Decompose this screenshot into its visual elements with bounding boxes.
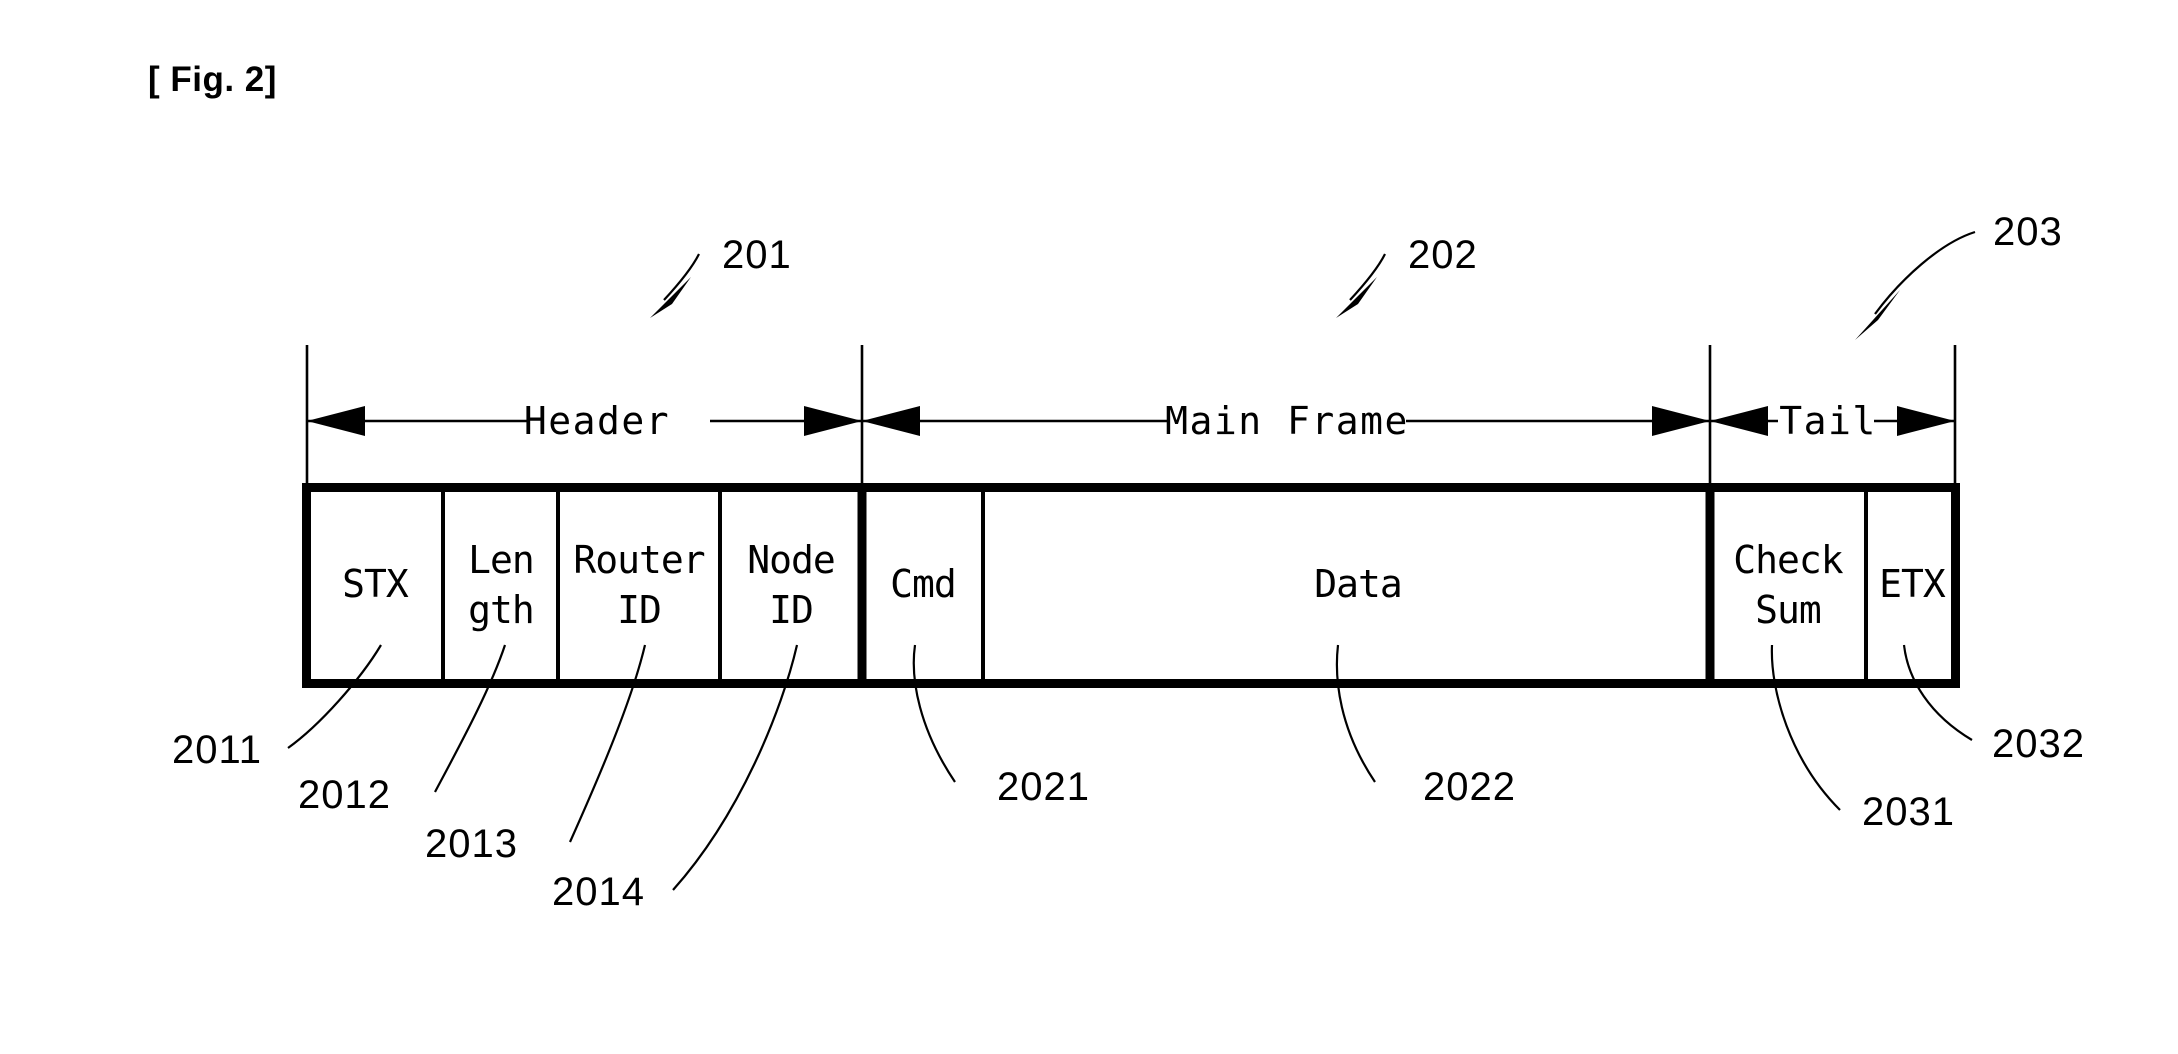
- leader-arrowhead-203: [1855, 290, 1900, 340]
- tail-arrowhead-left: [1710, 406, 1768, 436]
- leader-202: [1349, 253, 1386, 301]
- cell-label-length-line1: Len: [468, 538, 534, 582]
- frame-section-dividers: [857, 488, 1715, 683]
- span-label-header: Header: [524, 399, 670, 443]
- header-arrowhead-left: [307, 406, 365, 436]
- ref-2013: 2013: [425, 822, 518, 866]
- leader-2022: [1335, 644, 1376, 783]
- span-label-tail: Tail: [1779, 399, 1877, 443]
- ref-2022: 2022: [1423, 765, 1516, 809]
- leader-2031: [1770, 644, 1841, 811]
- ref-2012: 2012: [298, 773, 391, 817]
- leader-2012: [434, 644, 507, 793]
- cell-label-routerid-line2: ID: [617, 588, 661, 632]
- leader-2021: [912, 644, 956, 783]
- mainframe-arrowhead-left: [862, 406, 920, 436]
- leader-201: [663, 253, 700, 301]
- ref-202: 202: [1408, 233, 1478, 277]
- span-label-main-frame: Main Frame: [1165, 399, 1409, 443]
- leader-2011: [287, 644, 382, 749]
- leader-2032: [1902, 644, 1973, 741]
- cell-label-nodeid-line2: ID: [769, 588, 813, 632]
- figure-number-label: [ Fig. 2]: [148, 60, 277, 99]
- frame-structure-diagram: Header Main Frame Tail 201 202 203 STX L…: [172, 210, 2085, 914]
- cell-label-nodeid-line1: Node: [747, 538, 835, 582]
- frame-inner-dividers: [441, 492, 1868, 679]
- leader-arrowhead-201: [650, 277, 691, 318]
- section-reference-numbers: 201 202 203: [722, 210, 2063, 277]
- cell-label-routerid-line1: Router: [573, 538, 704, 582]
- cell-label-cmd: Cmd: [890, 562, 956, 606]
- header-arrowhead-right: [804, 406, 862, 436]
- tail-arrowhead-right: [1897, 406, 1955, 436]
- cell-label-data: Data: [1314, 562, 1402, 606]
- ref-2031: 2031: [1862, 790, 1955, 834]
- cell-label-checksum-line1: Check: [1733, 538, 1844, 582]
- ref-2032: 2032: [1992, 722, 2085, 766]
- ref-203: 203: [1993, 210, 2063, 254]
- frame-cell-labels: STX Len gth Router ID Node ID Cmd Data C…: [342, 538, 1947, 632]
- ref-2011: 2011: [172, 728, 262, 772]
- figure-root: [ Fig. 2] Header Main Frame Tail 201 202…: [0, 0, 2178, 1054]
- leader-2013: [568, 644, 647, 843]
- mainframe-arrowhead-right: [1652, 406, 1710, 436]
- section-reference-leaders: [650, 230, 1976, 340]
- cell-label-checksum-line2: Sum: [1755, 588, 1821, 632]
- ref-2014: 2014: [552, 870, 645, 914]
- cell-label-length-line2: gth: [468, 588, 534, 632]
- ref-201: 201: [722, 233, 792, 277]
- span-dimensions: Header Main Frame Tail: [307, 399, 1955, 443]
- ref-2021: 2021: [997, 765, 1090, 809]
- leader-arrowhead-202: [1336, 277, 1377, 318]
- cell-label-stx: STX: [342, 562, 409, 606]
- cell-label-etx: ETX: [1879, 562, 1946, 606]
